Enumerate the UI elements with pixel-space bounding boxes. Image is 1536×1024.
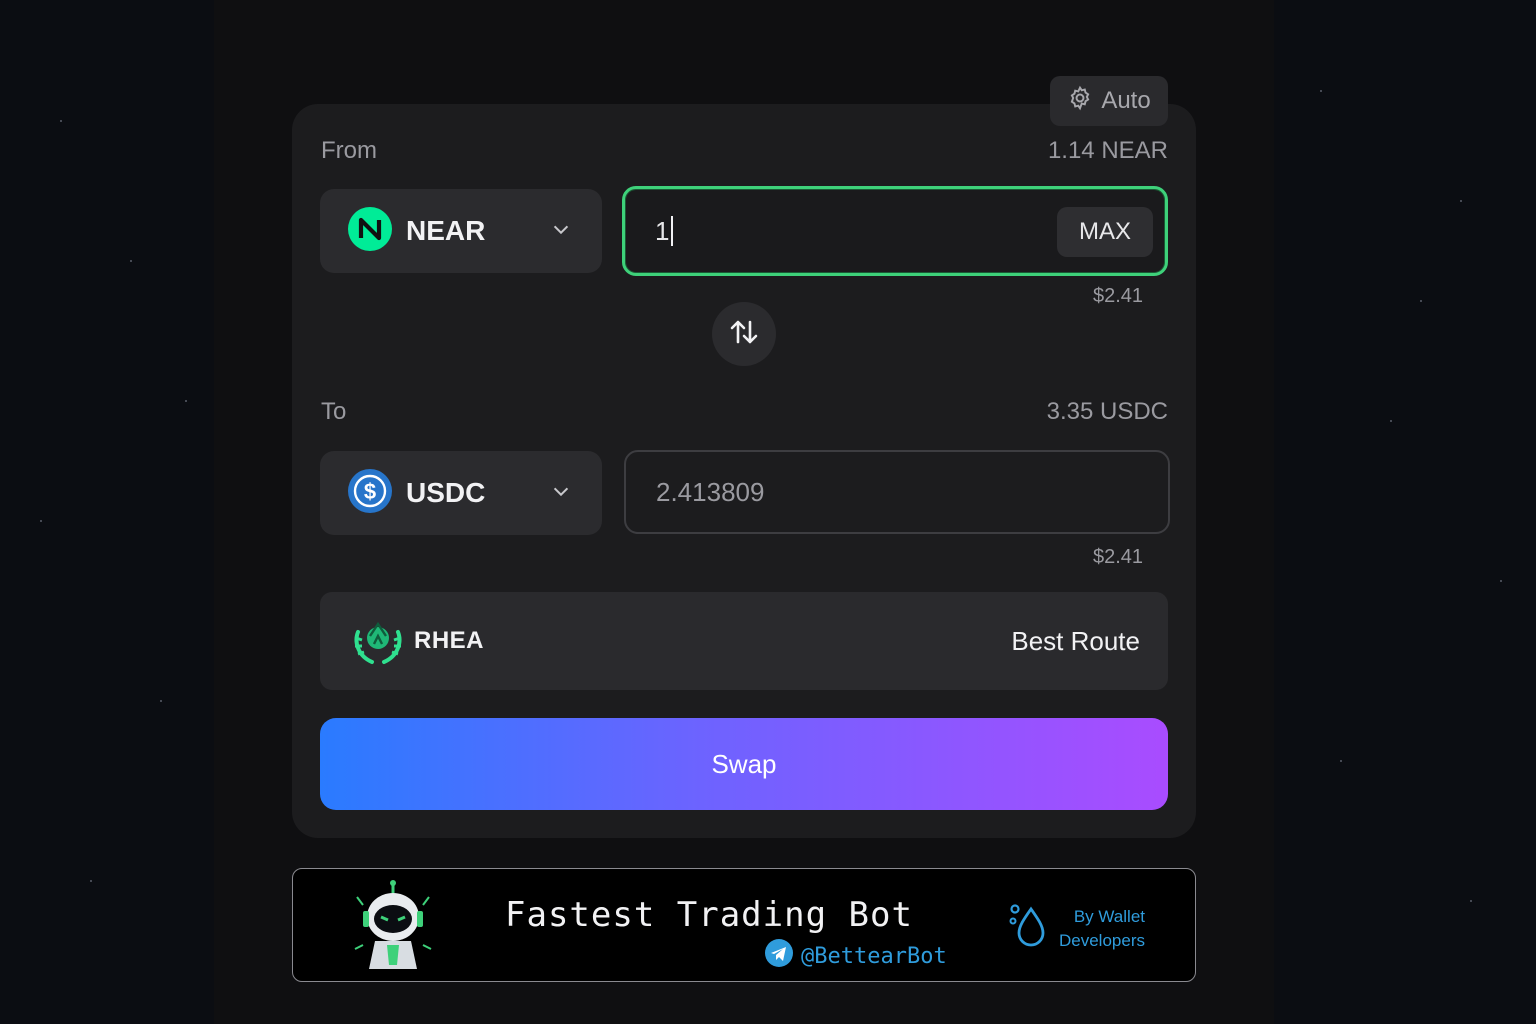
from-amount-input[interactable]: 1 MAX: [622, 186, 1168, 276]
telegram-icon: [765, 939, 793, 973]
swap-vertical-arrows-icon: [728, 316, 760, 353]
near-logo-icon: [348, 206, 392, 256]
banner-handle-text: @BettearBot: [801, 943, 947, 969]
banner-handle[interactable]: @BettearBot: [765, 939, 947, 973]
flip-tokens-button[interactable]: [712, 302, 776, 366]
droplet-logo-icon: [1007, 901, 1051, 954]
svg-text:$: $: [364, 479, 376, 504]
to-usd-value: $2.41: [1093, 546, 1144, 568]
robot-mascot-icon: [351, 879, 435, 978]
usdc-logo-icon: $: [348, 468, 392, 518]
text-caret: [671, 216, 674, 246]
banner-credit-line2: Developers: [1059, 931, 1145, 950]
trading-bot-banner[interactable]: Fastest Trading Bot @BettearBot By Walle…: [292, 868, 1196, 982]
chevron-down-icon: [550, 219, 572, 246]
to-label: To: [321, 398, 347, 425]
from-token-name: NEAR: [406, 215, 486, 246]
to-token-select[interactable]: $ USDC: [320, 451, 602, 535]
banner-credit: By Wallet Developers: [1059, 905, 1145, 953]
from-token-select[interactable]: NEAR: [320, 189, 602, 273]
route-panel[interactable]: RHEA Best Route: [320, 592, 1168, 690]
from-balance[interactable]: 1.14 NEAR: [1048, 137, 1168, 165]
swap-button[interactable]: Swap: [320, 718, 1168, 810]
slippage-settings-button[interactable]: Auto: [1050, 76, 1168, 126]
to-amount-value: 2.413809: [656, 476, 765, 507]
max-button[interactable]: MAX: [1057, 207, 1153, 257]
from-label: From: [321, 137, 377, 164]
banner-title: Fastest Trading Bot: [505, 895, 913, 935]
settings-label: Auto: [1101, 87, 1151, 114]
to-amount-output: 2.413809: [624, 450, 1170, 534]
from-usd-value: $2.41: [1093, 285, 1144, 307]
to-token-name: USDC: [406, 477, 486, 508]
banner-credit-line1: By Wallet: [1073, 907, 1145, 926]
route-dex-name: RHEA: [414, 627, 485, 654]
from-amount-value: 1: [655, 215, 670, 246]
chevron-down-icon: [550, 481, 572, 508]
rhea-logo-icon: [350, 614, 406, 673]
gear-icon: [1067, 85, 1093, 118]
best-route-label: Best Route: [1011, 626, 1140, 656]
to-balance: 3.35 USDC: [1046, 398, 1168, 425]
